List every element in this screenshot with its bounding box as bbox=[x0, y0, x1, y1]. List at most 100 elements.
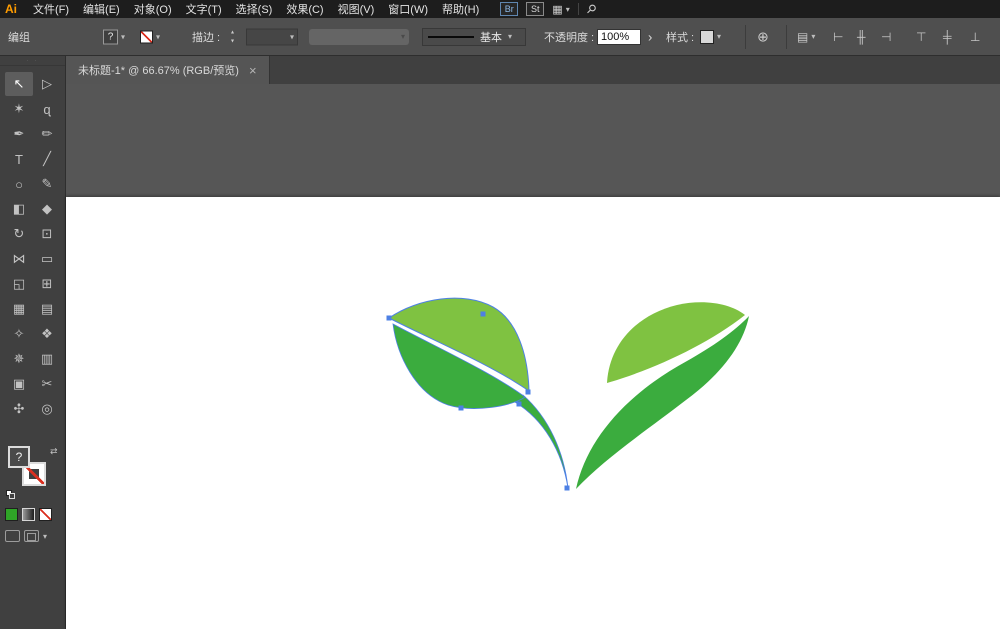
width-tool[interactable]: ⋈ bbox=[5, 247, 33, 271]
ellipse-tool-icon: ○ bbox=[15, 177, 23, 192]
perspective-grid-tool[interactable]: ⊞ bbox=[33, 272, 61, 296]
menu-view[interactable]: 视图(V) bbox=[331, 0, 382, 18]
anchor-point[interactable] bbox=[387, 316, 392, 321]
menu-window[interactable]: 窗口(W) bbox=[381, 0, 435, 18]
hand-tool-icon: ✣ bbox=[14, 401, 25, 417]
line-segment-tool[interactable]: ╱ bbox=[33, 147, 61, 171]
pencil-tool[interactable]: ✎ bbox=[33, 172, 61, 196]
chevron-down-icon: ▾ bbox=[811, 32, 815, 41]
menu-edit[interactable]: 编辑(E) bbox=[76, 0, 127, 18]
stock-icon[interactable]: St bbox=[526, 2, 544, 16]
artboard-tool[interactable]: ▣ bbox=[5, 372, 33, 396]
chevron-down-icon: ▾ bbox=[717, 32, 721, 41]
ellipse-tool[interactable]: ○ bbox=[5, 172, 33, 196]
zoom-tool[interactable]: ◎ bbox=[33, 397, 61, 421]
style-picker[interactable]: ▾ bbox=[700, 30, 721, 44]
align-right-icon[interactable]: ⊣ bbox=[881, 30, 901, 44]
opacity-panel-arrow[interactable]: › bbox=[648, 29, 652, 44]
anchor-point[interactable] bbox=[517, 402, 522, 407]
knife-tool[interactable]: ◆ bbox=[33, 197, 61, 221]
default-fill-stroke-icon[interactable] bbox=[6, 490, 16, 500]
menu-file[interactable]: 文件(F) bbox=[26, 0, 76, 18]
menu-select[interactable]: 选择(S) bbox=[229, 0, 280, 18]
document-tab[interactable]: 未标题-1* @ 66.67% (RGB/预览) × bbox=[66, 56, 270, 84]
document-setup-globe-icon[interactable]: ⊕ bbox=[757, 28, 769, 45]
menu-type[interactable]: 文字(T) bbox=[179, 0, 229, 18]
stroke-style-dropdown[interactable]: 基本 ▾ bbox=[422, 28, 526, 46]
width-tool-icon: ⋈ bbox=[13, 251, 26, 267]
draw-behind-mode-icon[interactable] bbox=[24, 530, 39, 542]
hand-tool[interactable]: ✣ bbox=[5, 397, 33, 421]
document-tab-bar: 未标题-1* @ 66.67% (RGB/预览) × bbox=[66, 56, 1000, 84]
blend-tool[interactable]: ❖ bbox=[33, 322, 61, 346]
direct-selection-tool[interactable]: ▷ bbox=[33, 72, 61, 96]
anchor-point[interactable] bbox=[459, 406, 464, 411]
scale-tool[interactable]: ⊡ bbox=[33, 222, 61, 246]
preferences-dropdown[interactable]: ▤ ▾ bbox=[797, 30, 815, 44]
workspace-switcher[interactable]: ▦ ▾ bbox=[552, 3, 569, 16]
eraser-tool-icon: ◧ bbox=[13, 201, 25, 217]
pen-tool-icon: ✒ bbox=[14, 126, 25, 142]
anchor-point[interactable] bbox=[526, 390, 531, 395]
fill-swatch[interactable]: ? bbox=[8, 446, 30, 468]
canvas-area bbox=[66, 84, 1000, 629]
align-vertical-center-icon[interactable]: ╪ bbox=[943, 30, 963, 44]
unknown-value-box: ? bbox=[103, 29, 118, 44]
selection-tool[interactable]: ↖ bbox=[5, 72, 33, 96]
menu-effect[interactable]: 效果(C) bbox=[279, 0, 330, 18]
left-stem-shape[interactable] bbox=[515, 395, 568, 488]
anchor-point[interactable] bbox=[565, 486, 570, 491]
align-horizontal-center-icon[interactable]: ╫ bbox=[857, 30, 877, 44]
align-bottom-icon[interactable]: ⊥ bbox=[970, 30, 990, 44]
slice-tool-icon: ✂ bbox=[42, 376, 53, 392]
panel-grip[interactable]: · · bbox=[0, 56, 65, 66]
menu-help[interactable]: 帮助(H) bbox=[435, 0, 486, 18]
type-tool-icon: T bbox=[15, 152, 23, 167]
stroke-weight-dropdown[interactable]: ▾ bbox=[246, 28, 298, 45]
free-transform-tool[interactable]: ▭ bbox=[33, 247, 61, 271]
eraser-tool[interactable]: ◧ bbox=[5, 197, 33, 221]
slice-tool[interactable]: ✂ bbox=[33, 372, 61, 396]
eyedropper-tool-icon: ✧ bbox=[14, 326, 25, 342]
chevron-down-icon: ▾ bbox=[290, 32, 294, 41]
mesh-tool[interactable]: ▦ bbox=[5, 297, 33, 321]
stepper-down-icon: ▾ bbox=[231, 38, 234, 44]
brush-definition-dropdown[interactable]: ▾ bbox=[309, 29, 409, 45]
style-swatch bbox=[700, 30, 714, 44]
gradient-button[interactable] bbox=[22, 508, 35, 521]
direct-selection-tool-icon: ▷ bbox=[42, 76, 52, 92]
gradient-tool[interactable]: ▤ bbox=[33, 297, 61, 321]
rotate-tool[interactable]: ↻ bbox=[5, 222, 33, 246]
graph-tool[interactable]: ▥ bbox=[33, 347, 61, 371]
drawing-modes-row: ▾ bbox=[5, 530, 47, 542]
shape-builder-tool[interactable]: ◱ bbox=[5, 272, 33, 296]
swap-fill-stroke-icon[interactable]: ⇄ bbox=[50, 446, 58, 457]
symbol-sprayer-tool[interactable]: ✵ bbox=[5, 347, 33, 371]
magic-wand-tool[interactable]: ✶ bbox=[5, 97, 33, 121]
artboard-tool-icon: ▣ bbox=[13, 376, 25, 392]
align-top-icon[interactable]: ⊤ bbox=[916, 30, 936, 44]
menu-object[interactable]: 对象(O) bbox=[127, 0, 179, 18]
close-icon[interactable]: × bbox=[249, 64, 257, 77]
bridge-icon[interactable]: Br bbox=[500, 2, 518, 16]
variant-dropdown[interactable]: ? ▾ bbox=[103, 29, 125, 44]
none-button[interactable] bbox=[39, 508, 52, 521]
curvature-tool[interactable]: ✏ bbox=[33, 122, 61, 146]
type-tool[interactable]: T bbox=[5, 147, 33, 171]
eyedropper-tool[interactable]: ✧ bbox=[5, 322, 33, 346]
divider bbox=[745, 25, 746, 49]
pen-tool[interactable]: ✒ bbox=[5, 122, 33, 146]
search-icon[interactable]: ⚲ bbox=[583, 1, 599, 17]
color-button[interactable] bbox=[5, 508, 18, 521]
anchor-point[interactable] bbox=[481, 312, 486, 317]
scale-tool-icon: ⊡ bbox=[42, 226, 53, 242]
zoom-tool-icon: ◎ bbox=[41, 401, 52, 417]
stroke-weight-stepper[interactable]: ▴ ▾ bbox=[231, 29, 234, 44]
divider bbox=[578, 3, 579, 15]
lasso-tool[interactable]: ɋ bbox=[33, 97, 61, 121]
opacity-input[interactable] bbox=[597, 29, 641, 45]
align-left-icon[interactable]: ⊢ bbox=[833, 30, 853, 44]
line-segment-tool-icon: ╱ bbox=[43, 151, 51, 167]
fill-color-picker[interactable]: ▾ bbox=[140, 30, 160, 43]
draw-normal-mode-icon[interactable] bbox=[5, 530, 20, 542]
